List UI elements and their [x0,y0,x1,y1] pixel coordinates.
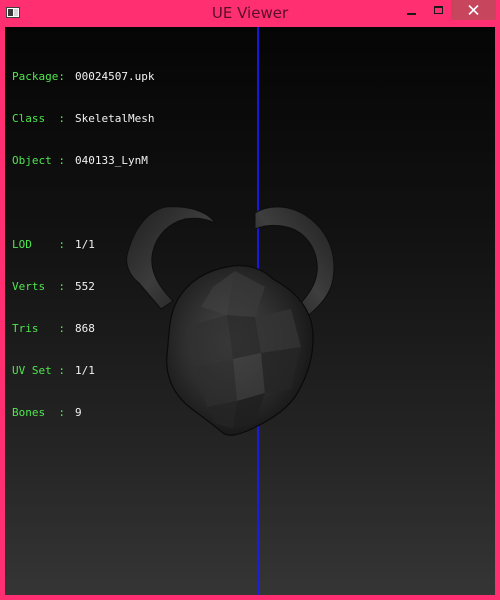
uvset-label: UV Set : [12,364,65,377]
class-value: SkeletalMesh [75,112,155,125]
info-row-object: Object : 040133_LynM [12,154,154,168]
tris-label: Tris : [12,322,65,335]
info-row-verts: Verts : 552 [12,280,154,294]
info-row-package: Package: 00024507.upk [12,70,154,84]
info-row-lod: LOD : 1/1 [12,238,154,252]
3d-viewport[interactable]: Package: 00024507.upk Class : SkeletalMesh… [5,27,495,595]
minimize-button[interactable] [398,0,426,22]
object-label: Object : [12,154,65,167]
info-row-bones: Bones : 9 [12,406,154,420]
info-row-class: Class : SkeletalMesh [12,112,154,126]
maximize-icon [434,6,443,14]
lod-value: 1/1 [75,238,95,251]
uvset-value: 1/1 [75,364,95,377]
minimize-icon [407,13,416,15]
object-value: 040133_LynM [75,154,148,167]
package-label: Package: [12,70,65,83]
tris-value: 868 [75,322,95,335]
verts-label: Verts : [12,280,65,293]
info-row-uvset: UV Set : 1/1 [12,364,154,378]
close-button[interactable] [451,0,496,20]
class-label: Class : [12,112,65,125]
maximize-button[interactable] [425,0,453,22]
title-bar[interactable]: UE Viewer [0,0,500,27]
mesh-info-overlay: Package: 00024507.upk Class : SkeletalMesh… [12,42,154,448]
ue-viewer-window: UE Viewer Package: 00024507.upk Class: … [0,0,500,600]
lod-label: LOD : [12,238,65,251]
bones-label: Bones : [12,406,65,419]
verts-value: 552 [75,280,95,293]
package-value: 00024507.upk [75,70,155,83]
bones-value: 9 [75,406,82,419]
info-row-tris: Tris : 868 [12,322,154,336]
close-icon [468,5,479,15]
